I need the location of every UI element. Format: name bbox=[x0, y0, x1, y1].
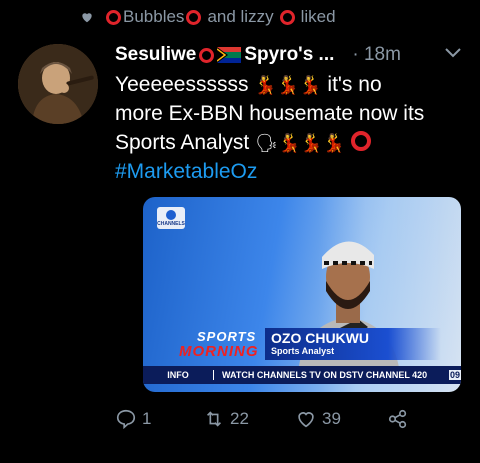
liker-and-text[interactable]: and lizzy bbox=[207, 7, 273, 27]
social-context[interactable]: Bubbles and lizzy liked bbox=[80, 6, 336, 28]
tweet-text-line1: Yeeeeessssss bbox=[115, 73, 249, 96]
hashtag-link[interactable]: #MarketableOz bbox=[115, 160, 257, 183]
chevron-down-icon[interactable] bbox=[444, 46, 462, 60]
ring-emoji-icon bbox=[351, 131, 372, 151]
retweet-button[interactable]: 22 bbox=[203, 408, 249, 430]
tweet-actions: 1 22 39 bbox=[115, 408, 415, 438]
reply-icon bbox=[116, 409, 136, 430]
tweet-text-line2: more Ex-BBN housemate now its bbox=[115, 102, 425, 125]
ring-emoji-icon bbox=[186, 9, 202, 25]
lower-third-name: OZO CHUKWU Sports Analyst bbox=[265, 328, 441, 360]
author-name[interactable]: Sesuliwe Spyro's ... bbox=[115, 44, 334, 66]
avatar[interactable] bbox=[18, 44, 98, 124]
like-count: 39 bbox=[322, 409, 341, 428]
dancer-emoji-icon: 💃💃💃 bbox=[277, 133, 346, 153]
speaking-head-emoji-icon: 🗣 bbox=[255, 133, 278, 153]
tweet-text: Yeeeeessssss 💃💃💃 it's no more Ex-BBN hou… bbox=[115, 70, 465, 186]
retweet-count: 22 bbox=[230, 409, 249, 428]
show-logo: SPORTS MORNING bbox=[179, 329, 259, 360]
channel-logo: CHANNELS bbox=[157, 207, 185, 229]
share-button[interactable] bbox=[387, 408, 409, 430]
liked-label: liked bbox=[300, 7, 336, 26]
ring-emoji-icon bbox=[106, 9, 121, 25]
dancer-emoji-icon: 💃💃💃 bbox=[254, 75, 322, 95]
south-africa-flag-icon bbox=[217, 47, 242, 63]
tweet-text-line1-tail: it's no bbox=[327, 73, 382, 96]
tweet-text-line3: Sports Analyst bbox=[115, 131, 250, 154]
ring-emoji-icon bbox=[279, 9, 295, 25]
retweet-icon bbox=[206, 411, 222, 427]
tweet-timestamp[interactable]: · 18m bbox=[352, 44, 401, 66]
share-icon bbox=[388, 409, 407, 429]
heart-icon bbox=[82, 13, 92, 23]
reply-count: 1 bbox=[142, 409, 152, 428]
liker-name-1[interactable]: Bubbles bbox=[123, 7, 184, 27]
news-ticker: INFO WATCH CHANNELS TV ON DSTV CHANNEL 4… bbox=[143, 366, 461, 384]
like-button[interactable]: 39 bbox=[295, 408, 341, 430]
like-icon bbox=[298, 412, 314, 428]
tweet-media-image[interactable]: CHANNELS SPORTS MORNING OZO CHUKWU Sport… bbox=[143, 197, 461, 392]
ring-emoji-icon bbox=[199, 47, 215, 63]
avatar-portrait bbox=[18, 44, 98, 124]
reply-button[interactable]: 1 bbox=[115, 408, 151, 430]
tweet-header: Sesuliwe Spyro's ... · 18m bbox=[115, 42, 462, 68]
